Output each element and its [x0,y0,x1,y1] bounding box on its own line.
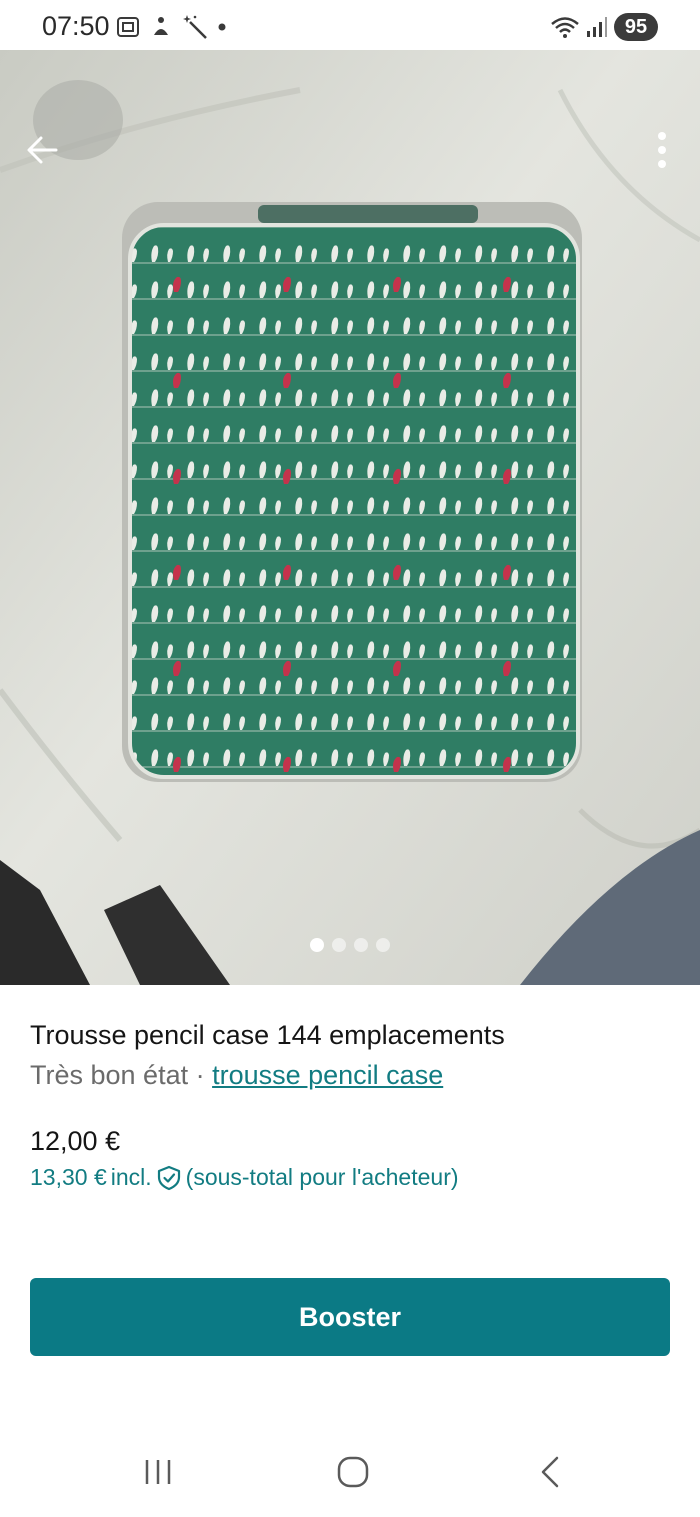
product-info: Trousse pencil case 144 emplacements Trè… [30,1018,670,1092]
signal-icon [587,17,607,37]
accessibility-icon [154,17,168,35]
back-button[interactable] [20,128,64,172]
nav-recents-button[interactable] [128,1450,188,1494]
status-right-icons: 95 [550,12,658,42]
magic-wand-icon [183,15,207,39]
recents-icon [145,1460,171,1484]
home-icon [337,1456,369,1488]
buyer-price-info[interactable]: 13,30 € incl. (sous-total pour l'acheteu… [30,1164,459,1191]
buyer-price-incl-label: incl. [110,1164,152,1190]
wifi-icon [551,17,579,38]
category-link[interactable]: trousse pencil case [212,1060,443,1090]
gallery-dot[interactable] [332,938,346,952]
chevron-left-icon [541,1456,559,1488]
product-meta: Très bon état · trousse pencil case [30,1058,670,1092]
product-title: Trousse pencil case 144 emplacements [30,1020,505,1050]
nav-back-button[interactable] [520,1450,580,1494]
gallery-dot[interactable] [376,938,390,952]
system-nav-bar [0,1430,700,1517]
status-bar: 07:50 95 [0,0,700,54]
battery-indicator: 95 [614,13,658,41]
product-condition: Très bon état [30,1060,189,1090]
nav-home-button[interactable] [323,1450,383,1494]
buyer-price-amount: 13,30 € [30,1164,107,1190]
more-vertical-icon [658,132,666,168]
shield-check-icon [157,1165,180,1190]
product-photo [0,50,700,985]
booster-button[interactable]: Booster [30,1278,670,1356]
meta-separator: · [188,1060,213,1090]
status-time: 07:50 [42,11,110,41]
gallery-dot[interactable] [310,938,324,952]
product-price: 12,00 € [30,1126,121,1156]
screenshot-icon [117,17,139,37]
gallery-pagination [0,938,700,952]
buyer-price-note: (sous-total pour l'acheteur) [185,1164,459,1190]
gallery-dot[interactable] [354,938,368,952]
more-options-button[interactable] [650,128,674,172]
product-photo-gallery[interactable] [0,50,700,985]
status-left-icons [116,12,226,42]
arrow-left-icon [27,136,58,164]
notification-dot-icon [218,23,226,31]
